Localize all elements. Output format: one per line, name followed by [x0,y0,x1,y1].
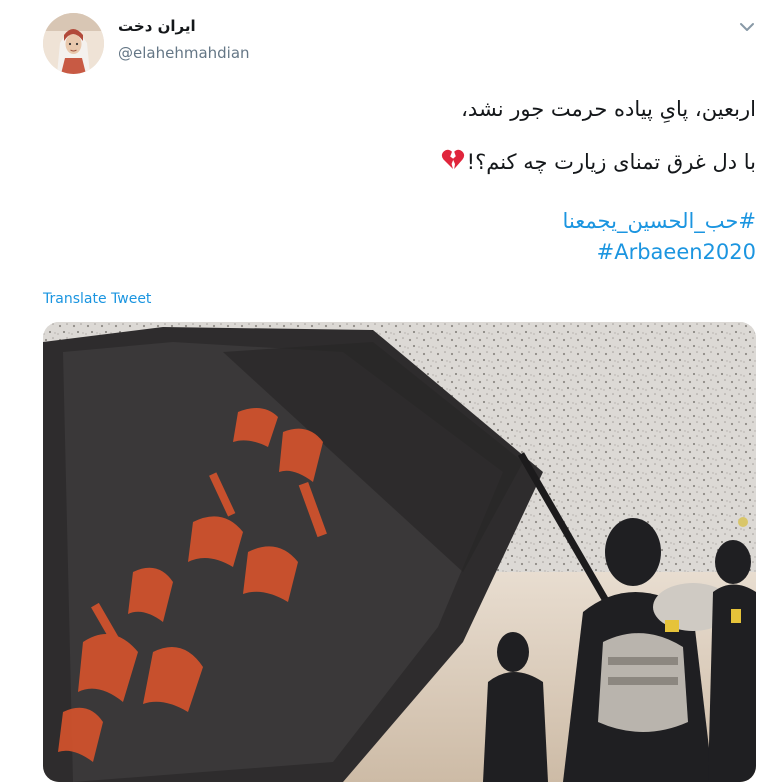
chevron-down-icon[interactable] [736,16,758,38]
user-handle[interactable]: @elahehmahdian [118,44,250,62]
tweet-text: اربعین، پایِ پیاده حرمت جور نشد، با دل غ… [56,94,756,268]
avatar-image [43,13,104,74]
user-avatar[interactable] [43,13,104,74]
tweet-photo [43,322,756,782]
hashtag-link[interactable]: #Arbaeen2020 [56,237,756,268]
tweet-image[interactable] [43,322,756,782]
tweet-line-2: با دل غرق تمنای زیارت چه کنم؟! [56,147,756,179]
tweet-line-2-text: با دل غرق تمنای زیارت چه کنم؟! [466,150,756,174]
broken-heart-icon [441,148,465,179]
hashtag-link[interactable]: #حب_الحسين_يجمعنا [56,206,756,237]
display-name[interactable]: ایران دخت [118,17,196,35]
tweet-line-1: اربعین، پایِ پیاده حرمت جور نشد، [461,97,756,121]
translate-tweet-link[interactable]: Translate Tweet [43,291,151,307]
